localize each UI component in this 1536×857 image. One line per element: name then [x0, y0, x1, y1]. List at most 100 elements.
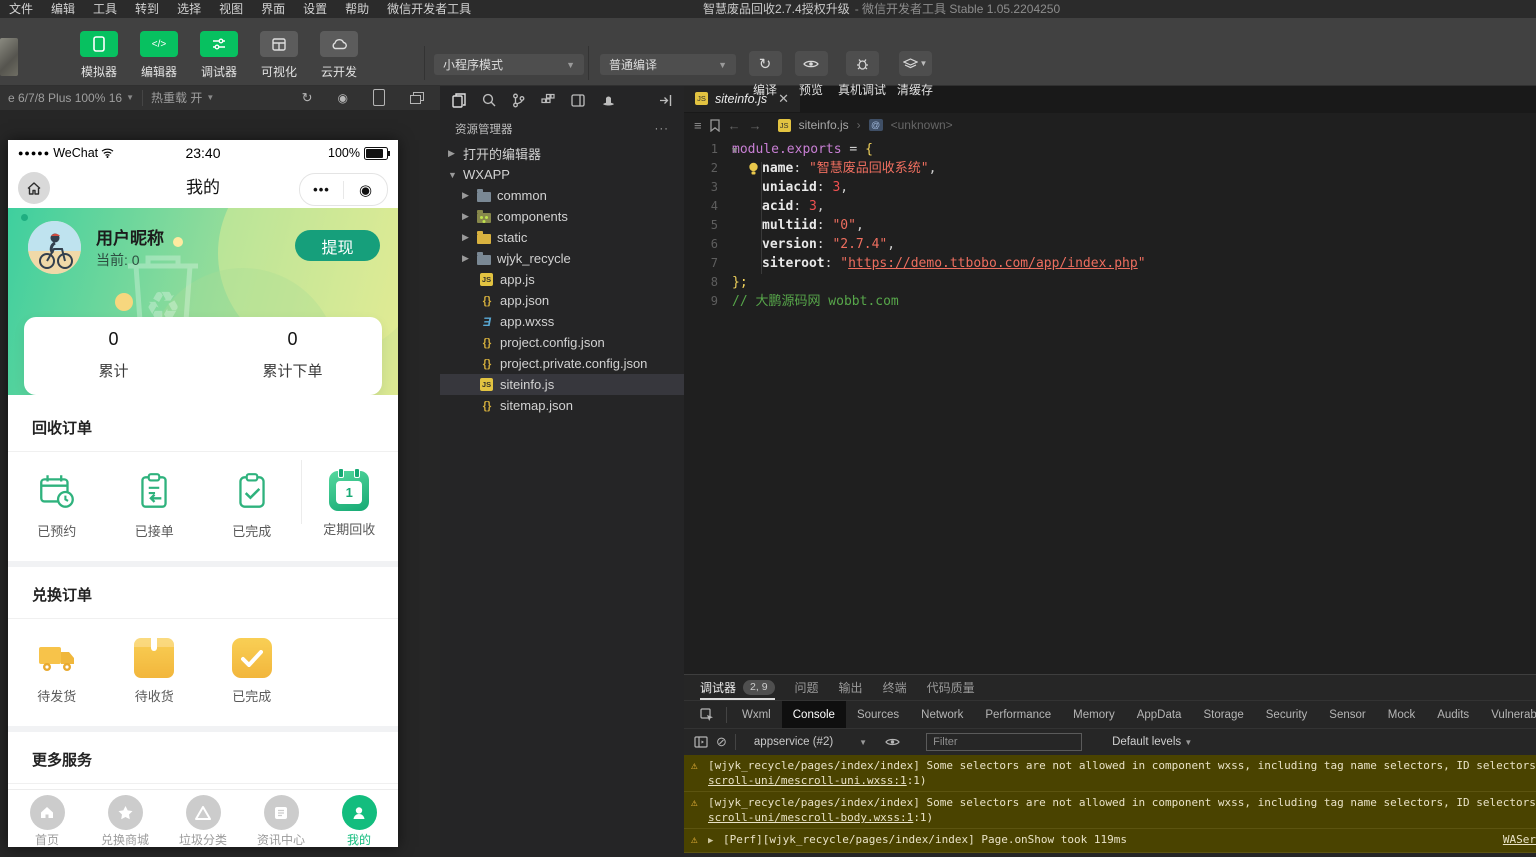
devtab-memory[interactable]: Memory [1062, 701, 1126, 728]
console-filter-input[interactable] [926, 733, 1083, 751]
tab-sorting[interactable]: 垃圾分类 [164, 790, 242, 847]
device-frame-icon[interactable] [373, 89, 385, 106]
npm-icon[interactable] [601, 94, 616, 107]
devtab-sources[interactable]: Sources [846, 701, 910, 728]
search-icon[interactable] [482, 93, 496, 107]
back-icon[interactable]: ← [728, 118, 741, 133]
log-levels-select[interactable]: Default levels ▼ [1112, 736, 1192, 748]
code-editor[interactable]: ▼ 1 module.exports = { 2 name: "智慧废品回收系统",… [684, 137, 1536, 311]
simulator-toggle-button[interactable]: 模拟器 [74, 31, 124, 80]
tab-home[interactable]: 首页 [8, 790, 86, 847]
menu-view[interactable]: 视图 [210, 0, 252, 18]
restart-icon[interactable]: ↻ [302, 90, 313, 106]
console-warning[interactable]: ⚠ ▶ [Perf][wjyk_recycle/pages/index/inde… [684, 829, 1536, 853]
remote-debug-button[interactable]: 真机调试 [836, 51, 888, 98]
list-icon[interactable]: ≡ [694, 118, 702, 133]
devtab-network[interactable]: Network [910, 701, 974, 728]
expand-icon[interactable]: ▶ [708, 836, 713, 846]
folder-common[interactable]: ▶ common [440, 185, 684, 206]
devtab-wxml[interactable]: Wxml [731, 701, 782, 728]
root-folder-row[interactable]: ▼ WXAPP [440, 164, 684, 185]
tab-code-quality[interactable]: 代码质量 [927, 675, 975, 700]
forward-icon[interactable]: → [749, 118, 762, 133]
withdraw-button[interactable]: 提现 [295, 230, 380, 261]
editor-windows-icon[interactable] [571, 93, 585, 107]
console-warning[interactable]: ⚠ [wjyk_recycle/pages/index/index] Some … [684, 755, 1536, 792]
clear-cache-button[interactable]: ▼ 清缓存 [892, 51, 938, 98]
tab-output[interactable]: 输出 [839, 675, 863, 700]
devtab-performance[interactable]: Performance [974, 701, 1062, 728]
cloud-dev-button[interactable]: 云开发 [314, 31, 364, 80]
file-project-config[interactable]: {} project.config.json [440, 332, 684, 353]
completed-orders-item[interactable]: 已完成 [203, 471, 301, 540]
files-icon[interactable] [452, 92, 466, 108]
device-select[interactable]: e 6/7/8 Plus 100% 16 ▼ [0, 91, 142, 105]
devtab-mock[interactable]: Mock [1377, 701, 1426, 728]
collapse-sidebar-icon[interactable] [659, 94, 672, 107]
file-siteinfo-js[interactable]: JS siteinfo.js [440, 374, 684, 395]
tab-mine[interactable]: 我的 [320, 790, 398, 847]
eye-icon[interactable] [885, 737, 900, 747]
tab-mall[interactable]: 兑换商城 [86, 790, 164, 847]
cascade-windows-icon[interactable] [410, 91, 424, 104]
menu-file[interactable]: 文件 [0, 0, 42, 18]
project-avatar[interactable] [0, 38, 18, 76]
menu-settings[interactable]: 设置 [294, 0, 336, 18]
lightbulb-icon[interactable] [748, 162, 759, 176]
tab-problems[interactable]: 问题 [795, 675, 819, 700]
exchange-completed-item[interactable]: 已完成 [203, 638, 301, 705]
breadcrumb-file[interactable]: siteinfo.js [799, 118, 849, 132]
wxss-link[interactable]: scroll-uni/mescroll-uni.wxss:1 [708, 774, 907, 787]
folder-components[interactable]: ▶ components [440, 206, 684, 227]
hot-reload-toggle[interactable]: 热重载 开 ▼ [143, 89, 222, 106]
home-button[interactable] [18, 172, 50, 204]
minimize-button[interactable]: ◉ [344, 181, 387, 199]
preview-button[interactable]: 预览 [790, 51, 832, 98]
file-app-wxss[interactable]: Ǝ app.wxss [440, 311, 684, 332]
more-button[interactable]: ••• [300, 182, 343, 197]
menu-select[interactable]: 选择 [168, 0, 210, 18]
devtab-storage[interactable]: Storage [1192, 701, 1254, 728]
wxss-link[interactable]: scroll-uni/mescroll-body.wxss:1 [708, 811, 913, 824]
scheduled-recycle-item[interactable]: 1 定期回收 [301, 468, 399, 540]
menu-devtools[interactable]: 微信开发者工具 [378, 0, 480, 18]
url-link[interactable]: https://demo.ttbobo.com/app/index.php [848, 256, 1138, 271]
tab-terminal[interactable]: 终端 [883, 675, 907, 700]
menu-tools[interactable]: 工具 [84, 0, 126, 18]
file-project-private-config[interactable]: {} project.private.config.json [440, 353, 684, 374]
sidebar-toggle-icon[interactable] [694, 736, 708, 748]
open-editors-row[interactable]: ▶ 打开的编辑器 [440, 143, 684, 164]
menu-goto[interactable]: 转到 [126, 0, 168, 18]
compile-mode-select[interactable]: 普通编译 ▼ [600, 54, 736, 75]
folder-static[interactable]: ▶ static [440, 227, 684, 248]
tab-debugger[interactable]: 调试器 2, 9 [700, 675, 775, 700]
avatar[interactable] [28, 221, 81, 274]
clear-console-icon[interactable]: ⊘ [716, 734, 727, 750]
devtab-audits[interactable]: Audits [1426, 701, 1480, 728]
to-receive-item[interactable]: 待收货 [106, 638, 204, 705]
menu-edit[interactable]: 编辑 [42, 0, 84, 18]
bookmark-icon[interactable] [709, 118, 720, 132]
extensions-icon[interactable] [541, 93, 555, 107]
reserved-orders-item[interactable]: 已预约 [8, 471, 106, 540]
menu-interface[interactable]: 界面 [252, 0, 294, 18]
console-log[interactable]: [system] Launch Time: 16856 ms WASer [684, 853, 1536, 857]
menu-help[interactable]: 帮助 [336, 0, 378, 18]
editor-toggle-button[interactable]: </> 编辑器 [134, 31, 184, 80]
devtab-security[interactable]: Security [1255, 701, 1319, 728]
source-link[interactable]: WASer [1497, 832, 1536, 847]
to-ship-item[interactable]: 待发货 [8, 638, 106, 705]
tab-news[interactable]: 资讯中心 [242, 790, 320, 847]
debugger-toggle-button[interactable]: 调试器 [194, 31, 244, 80]
devtab-sensor[interactable]: Sensor [1318, 701, 1376, 728]
file-app-js[interactable]: JS app.js [440, 269, 684, 290]
source-control-icon[interactable] [512, 93, 525, 108]
breadcrumb-symbol[interactable]: <unknown> [891, 118, 953, 132]
mode-select[interactable]: 小程序模式 ▼ [434, 54, 584, 75]
folder-wjyk-recycle[interactable]: ▶ wjyk_recycle [440, 248, 684, 269]
record-icon[interactable]: ◉ [338, 91, 348, 105]
devtab-vulnerability[interactable]: Vulnerabi [1480, 701, 1536, 728]
more-actions-icon[interactable]: ··· [655, 123, 670, 135]
accepted-orders-item[interactable]: 已接单 [106, 471, 204, 540]
console-warning[interactable]: ⚠ [wjyk_recycle/pages/index/index] Some … [684, 792, 1536, 829]
